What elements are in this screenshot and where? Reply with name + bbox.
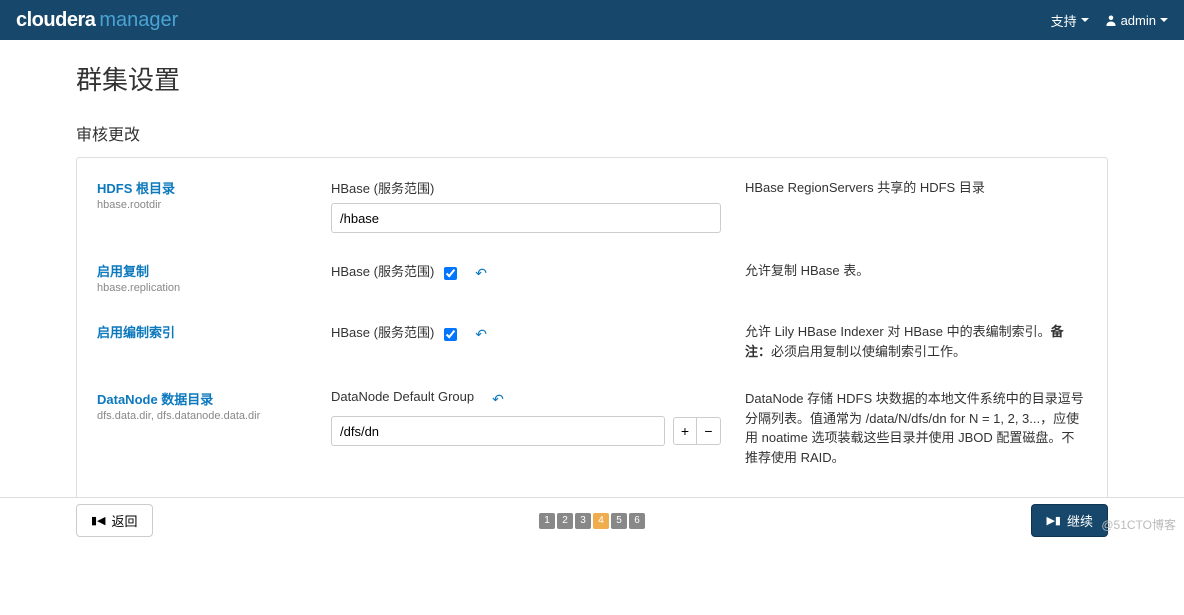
support-menu[interactable]: 支持 <box>1051 11 1089 30</box>
setting-title[interactable]: DataNode 数据目录 <box>97 389 307 408</box>
back-button[interactable]: ▮◀ 返回 <box>76 504 153 537</box>
scope-label: HBase (服务范围) <box>331 178 434 197</box>
back-label: 返回 <box>112 511 138 530</box>
step-pager: 1 2 3 4 5 6 <box>539 513 645 529</box>
setting-desc: 允许复制 HBase 表。 <box>745 261 1087 294</box>
step-forward-icon: ▶▮ <box>1046 514 1061 527</box>
logo-text-1: cloudera <box>16 9 95 32</box>
datanode-dir-input[interactable] <box>331 416 665 446</box>
page-5[interactable]: 5 <box>611 513 627 529</box>
setting-prop: hbase.replication <box>97 282 307 294</box>
page-2[interactable]: 2 <box>557 513 573 529</box>
user-icon <box>1105 14 1117 26</box>
page-6[interactable]: 6 <box>629 513 645 529</box>
app-logo[interactable]: cloudera manager <box>16 9 178 32</box>
page-title: 群集设置 <box>76 60 1108 97</box>
indexing-checkbox[interactable] <box>444 328 457 341</box>
page-4[interactable]: 4 <box>593 513 609 529</box>
scope-label: DataNode Default Group <box>331 389 474 404</box>
minus-icon: − <box>704 423 712 439</box>
scope-label: HBase (服务范围) <box>331 261 434 280</box>
revert-icon[interactable]: ↶ <box>475 265 487 282</box>
setting-row: HDFS 根目录 hbase.rootdir HBase (服务范围) HBas… <box>97 178 1087 261</box>
revert-icon[interactable]: ↶ <box>492 391 504 408</box>
setting-title[interactable]: 启用复制 <box>97 261 307 280</box>
chevron-down-icon <box>1081 18 1089 22</box>
hbase-rootdir-input[interactable] <box>331 203 721 233</box>
setting-desc: DataNode 存储 HDFS 块数据的本地文件系统中的目录逗号分隔列表。值通… <box>745 389 1087 467</box>
setting-title[interactable]: 启用编制索引 <box>97 322 307 341</box>
watermark: @51CTO博客 <box>1101 516 1176 533</box>
setting-title[interactable]: HDFS 根目录 <box>97 178 307 197</box>
user-menu[interactable]: admin <box>1105 13 1168 28</box>
revert-icon[interactable]: ↶ <box>475 326 487 343</box>
user-label: admin <box>1121 13 1156 28</box>
setting-desc: 允许 Lily HBase Indexer 对 HBase 中的表编制索引。备注… <box>745 322 1087 361</box>
add-button[interactable]: + <box>673 417 697 445</box>
app-header: cloudera manager 支持 admin <box>0 0 1184 40</box>
add-remove-group: + − <box>673 417 721 445</box>
next-button[interactable]: ▶▮ 继续 <box>1031 504 1108 537</box>
wizard-footer: ▮◀ 返回 1 2 3 4 5 6 ▶▮ 继续 <box>0 497 1184 543</box>
setting-row: 启用编制索引 HBase (服务范围) ↶ 允许 Lily HBase Inde… <box>97 322 1087 389</box>
page-1[interactable]: 1 <box>539 513 555 529</box>
setting-desc: HBase RegionServers 共享的 HDFS 目录 <box>745 178 1087 233</box>
logo-text-2: manager <box>99 9 178 32</box>
scope-label: HBase (服务范围) <box>331 322 434 341</box>
setting-prop: dfs.data.dir, dfs.datanode.data.dir <box>97 410 307 422</box>
chevron-down-icon <box>1160 18 1168 22</box>
step-back-icon: ▮◀ <box>91 514 106 527</box>
plus-icon: + <box>681 423 689 439</box>
support-label: 支持 <box>1051 11 1077 30</box>
settings-panel: HDFS 根目录 hbase.rootdir HBase (服务范围) HBas… <box>76 157 1108 535</box>
setting-row: DataNode 数据目录 dfs.data.dir, dfs.datanode… <box>97 389 1087 495</box>
page-subtitle: 审核更改 <box>76 121 1108 145</box>
remove-button[interactable]: − <box>697 417 721 445</box>
replication-checkbox[interactable] <box>444 267 457 280</box>
page-3[interactable]: 3 <box>575 513 591 529</box>
setting-row: 启用复制 hbase.replication HBase (服务范围) ↶ 允许… <box>97 261 1087 322</box>
next-label: 继续 <box>1067 511 1093 530</box>
setting-prop: hbase.rootdir <box>97 199 307 211</box>
